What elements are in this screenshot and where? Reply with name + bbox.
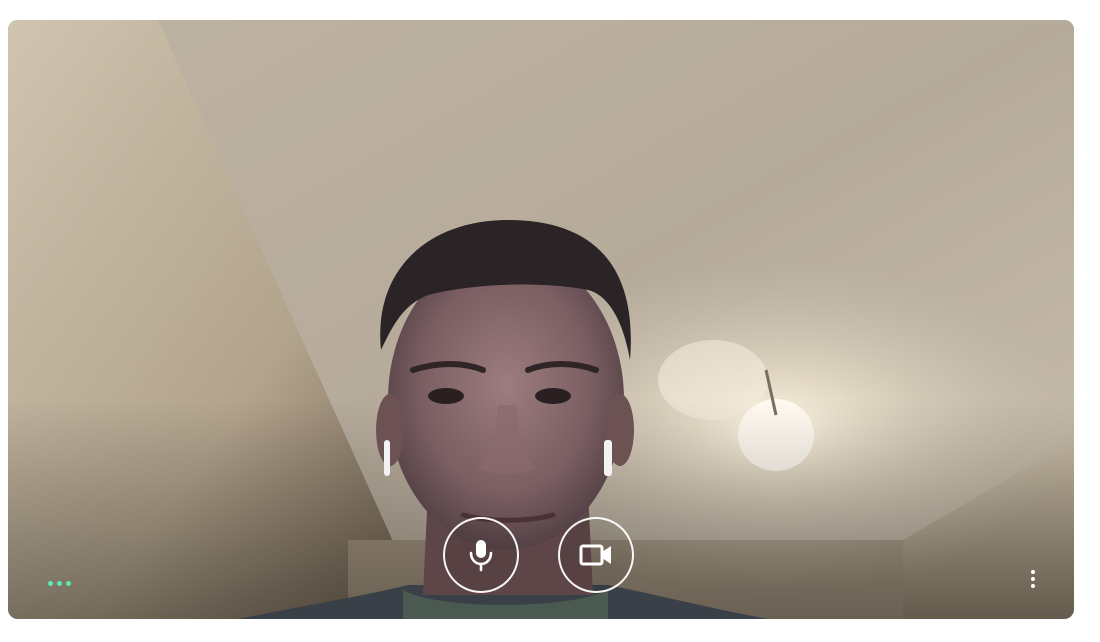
level-dot [66, 580, 71, 586]
level-dot [48, 580, 53, 586]
more-options-button[interactable] [1020, 563, 1046, 595]
more-vert-icon [1031, 577, 1035, 581]
camera-toggle-button[interactable] [558, 517, 634, 593]
page [0, 0, 1100, 642]
more-vert-icon [1031, 570, 1035, 574]
audio-level-indicator [48, 578, 74, 588]
more-vert-icon [1031, 584, 1035, 588]
self-video-preview [8, 20, 1074, 619]
microphone-icon [469, 540, 493, 572]
level-dot [57, 580, 62, 586]
camera-feed-image [8, 20, 1074, 619]
video-camera-icon [579, 544, 611, 566]
microphone-toggle-button[interactable] [443, 517, 519, 593]
